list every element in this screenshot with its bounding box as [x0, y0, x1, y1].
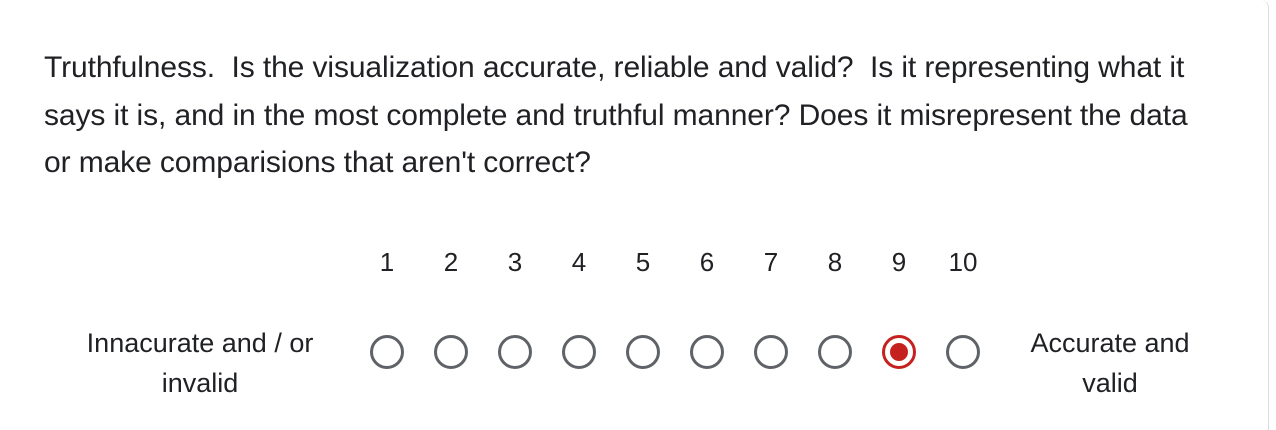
radio-unchecked-icon: [690, 335, 724, 369]
radio-unchecked-icon: [754, 335, 788, 369]
scale-low-label: Innacurate and / or invalid: [86, 328, 314, 398]
radio-unchecked-icon: [498, 335, 532, 369]
radio-unchecked-icon: [818, 335, 852, 369]
radio-option-2[interactable]: [431, 332, 471, 372]
radio-option-4[interactable]: [559, 332, 599, 372]
scale-number-7: 7: [763, 247, 779, 277]
scale-number-1: 1: [379, 247, 395, 277]
scale-number-5: 5: [635, 247, 651, 277]
radio-unchecked-icon: [562, 335, 596, 369]
scale-high-label: Accurate and valid: [1030, 328, 1190, 398]
question-card: Truthfulness. Is the visualization accur…: [0, 0, 1269, 430]
radio-option-10[interactable]: [943, 332, 983, 372]
scale-number-4: 4: [571, 247, 587, 277]
radio-unchecked-icon: [434, 335, 468, 369]
scale-number-10: 10: [948, 247, 978, 277]
radio-unchecked-icon: [946, 335, 980, 369]
radio-unchecked-icon: [626, 335, 660, 369]
radio-option-6[interactable]: [687, 332, 727, 372]
radio-option-1[interactable]: [367, 332, 407, 372]
question-title: Truthfulness. Is the visualization accur…: [44, 51, 1196, 179]
scale-number-2: 2: [443, 247, 459, 277]
radio-option-8[interactable]: [815, 332, 855, 372]
radio-option-7[interactable]: [751, 332, 791, 372]
radio-unchecked-icon: [370, 335, 404, 369]
radio-checked-icon: [882, 335, 916, 369]
scale-number-6: 6: [699, 247, 715, 277]
scale-number-9: 9: [891, 247, 907, 277]
radio-option-9[interactable]: [879, 332, 919, 372]
radio-option-3[interactable]: [495, 332, 535, 372]
scale-number-3: 3: [507, 247, 523, 277]
radio-option-5[interactable]: [623, 332, 663, 372]
scale-number-8: 8: [827, 247, 843, 277]
